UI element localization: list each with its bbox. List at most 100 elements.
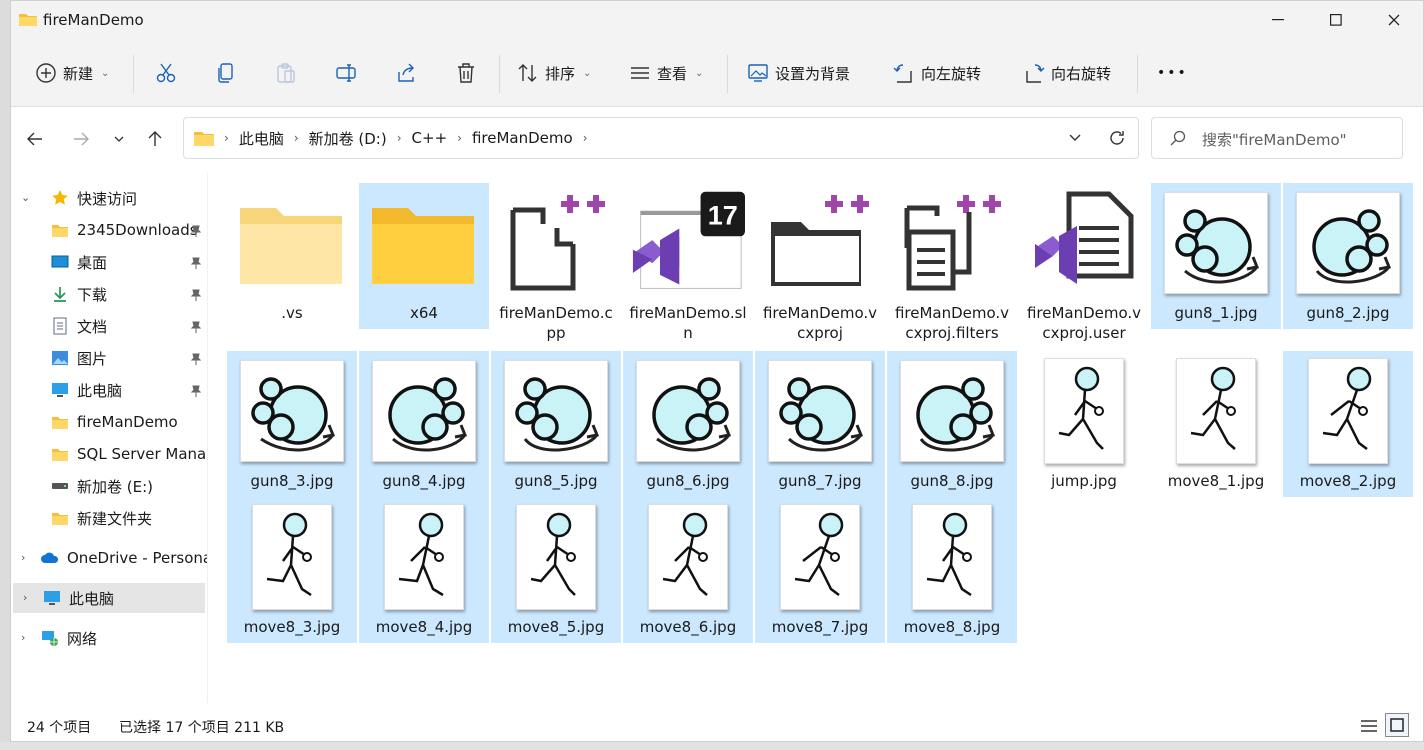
chevron-right-icon: ›	[582, 131, 588, 145]
file-item[interactable]: gun8_4.jpg	[359, 351, 489, 497]
file-item[interactable]: gun8_3.jpg	[227, 351, 357, 497]
file-name: move8_8.jpg	[903, 618, 1001, 636]
details-view-icon[interactable]	[1361, 719, 1377, 733]
file-item[interactable]: move8_2.jpg	[1283, 351, 1413, 497]
trash-icon	[458, 63, 474, 83]
chevron-down-icon: ⌄	[583, 67, 592, 79]
sidebar-item-label: 文档	[77, 317, 108, 336]
refresh-icon[interactable]	[1108, 129, 1126, 147]
file-item[interactable]: move8_7.jpg	[755, 497, 885, 643]
sidebar-item-label: 桌面	[77, 253, 108, 272]
chevron-right-icon[interactable]: ›	[21, 631, 25, 644]
file-item[interactable]: fireManDemo.v cxproj	[755, 183, 885, 349]
share-button[interactable]	[395, 41, 417, 105]
chevron-down-icon[interactable]: ⌄	[21, 191, 30, 204]
file-item[interactable]: gun8_7.jpg	[755, 351, 885, 497]
file-item[interactable]: move8_8.jpg	[887, 497, 1017, 643]
sidebar-item-this-pc-pinned[interactable]: 此电脑	[11, 375, 207, 405]
sidebar-item-onedrive[interactable]: › OneDrive - Personal	[11, 543, 207, 573]
file-item[interactable]: 17 fireManDemo.sl n	[623, 183, 753, 349]
sidebar-item-pictures[interactable]: 图片	[11, 343, 207, 373]
address-history-chevron-icon[interactable]	[1068, 132, 1082, 144]
file-item[interactable]: move8_6.jpg	[623, 497, 753, 643]
search-box[interactable]: 搜索"fireManDemo"	[1151, 117, 1403, 159]
sidebar-item-network[interactable]: › 网络	[11, 623, 207, 653]
rotate-left-button[interactable]: 向左旋转	[893, 41, 981, 105]
back-button[interactable]	[21, 125, 49, 153]
drive-icon	[51, 477, 69, 495]
paste-button[interactable]	[275, 41, 297, 105]
set-as-background-button[interactable]: 设置为背景	[747, 41, 850, 105]
selection-info: 已选择 17 个项目 211 KB	[119, 720, 285, 736]
sidebar-item-new-folder[interactable]: 新建文件夹	[11, 503, 207, 533]
file-item[interactable]: gun8_1.jpg	[1151, 183, 1281, 329]
file-item[interactable]: move8_1.jpg	[1151, 351, 1281, 497]
file-item[interactable]: gun8_8.jpg	[887, 351, 1017, 497]
sidebar-item-quick-access[interactable]: ⌄ 快速访问	[11, 183, 207, 213]
file-item[interactable]: .vs	[227, 183, 357, 329]
file-type-icon	[499, 189, 613, 297]
file-name: gun8_4.jpg	[382, 472, 466, 490]
pictures-icon	[51, 349, 69, 367]
sidebar-item-this-pc[interactable]: › 此电脑	[13, 583, 205, 613]
file-item[interactable]: fireManDemo.v cxproj.filters	[887, 183, 1017, 349]
sidebar-item-drive-e[interactable]: 新加卷 (E:)	[11, 471, 207, 501]
image-thumbnail	[895, 357, 1009, 465]
star-icon	[51, 189, 69, 207]
file-item[interactable]: gun8_5.jpg	[491, 351, 621, 497]
image-thumbnail	[1027, 357, 1141, 465]
file-name: gun8_2.jpg	[1306, 304, 1390, 322]
chevron-right-icon[interactable]: ›	[21, 551, 25, 564]
sort-button[interactable]: 排序 ⌄	[517, 41, 591, 105]
breadcrumb-cpp[interactable]: C++	[412, 129, 448, 147]
chevron-right-icon: ›	[293, 131, 299, 145]
chevron-down-icon: ⌄	[101, 67, 110, 79]
rename-button[interactable]	[335, 41, 357, 105]
cut-button[interactable]	[155, 41, 177, 105]
file-item[interactable]: jump.jpg	[1019, 351, 1149, 497]
sidebar-item-label: fireManDemo	[77, 413, 178, 431]
sidebar-item-2345downloads[interactable]: 2345Downloads	[11, 215, 207, 245]
file-item[interactable]: fireManDemo.c pp	[491, 183, 621, 349]
file-name-line2: n	[683, 324, 693, 342]
breadcrumb-firemandemo[interactable]: fireManDemo	[472, 129, 573, 147]
view-button[interactable]: 查看 ⌄	[629, 41, 703, 105]
large-icons-view-button[interactable]	[1385, 713, 1409, 737]
image-thumbnail	[1291, 357, 1405, 465]
file-item[interactable]: gun8_6.jpg	[623, 351, 753, 497]
file-item[interactable]: fireManDemo.v cxproj.user	[1019, 183, 1149, 349]
image-thumbnail	[895, 503, 1009, 611]
file-item[interactable]: gun8_2.jpg	[1283, 183, 1413, 329]
file-item[interactable]: move8_5.jpg	[491, 497, 621, 643]
file-item[interactable]: x64	[359, 183, 489, 329]
sidebar-item-downloads[interactable]: 下载	[11, 279, 207, 309]
forward-button[interactable]	[67, 125, 95, 153]
sidebar-item-desktop[interactable]: 桌面	[11, 247, 207, 277]
delete-button[interactable]	[455, 41, 477, 105]
copy-button[interactable]	[215, 41, 237, 105]
sidebar-item-documents[interactable]: 文档	[11, 311, 207, 341]
sidebar-item-label: 图片	[77, 349, 108, 368]
file-name: gun8_7.jpg	[778, 472, 862, 490]
image-thumbnail	[235, 503, 349, 611]
rotate-right-button[interactable]: 向右旋转	[1023, 41, 1111, 105]
new-button[interactable]: 新建 ⌄	[35, 41, 109, 105]
chevron-right-icon[interactable]: ›	[23, 591, 27, 604]
plus-circle-icon	[36, 63, 56, 83]
maximize-button[interactable]	[1307, 1, 1365, 39]
file-item[interactable]: move8_4.jpg	[359, 497, 489, 643]
address-bar[interactable]: › 此电脑 › 新加卷 (D:) › C++ › fireManDemo ›	[183, 117, 1139, 159]
file-type-icon	[895, 189, 1009, 297]
recent-locations-button[interactable]	[105, 125, 133, 153]
file-item[interactable]: move8_3.jpg	[227, 497, 357, 643]
pin-icon	[190, 319, 202, 337]
breadcrumb-this-pc[interactable]: 此电脑	[239, 128, 284, 149]
sidebar-item-firemandemo[interactable]: fireManDemo	[11, 407, 207, 437]
breadcrumb-drive-d[interactable]: 新加卷 (D:)	[309, 128, 387, 149]
more-options-button[interactable]: •••	[1157, 41, 1188, 105]
close-button[interactable]	[1365, 1, 1423, 39]
sidebar-item-sql-server[interactable]: SQL Server Management Studio	[11, 439, 207, 469]
up-button[interactable]	[141, 125, 169, 153]
minimize-button[interactable]	[1249, 1, 1307, 39]
arrow-right-icon	[74, 132, 89, 146]
